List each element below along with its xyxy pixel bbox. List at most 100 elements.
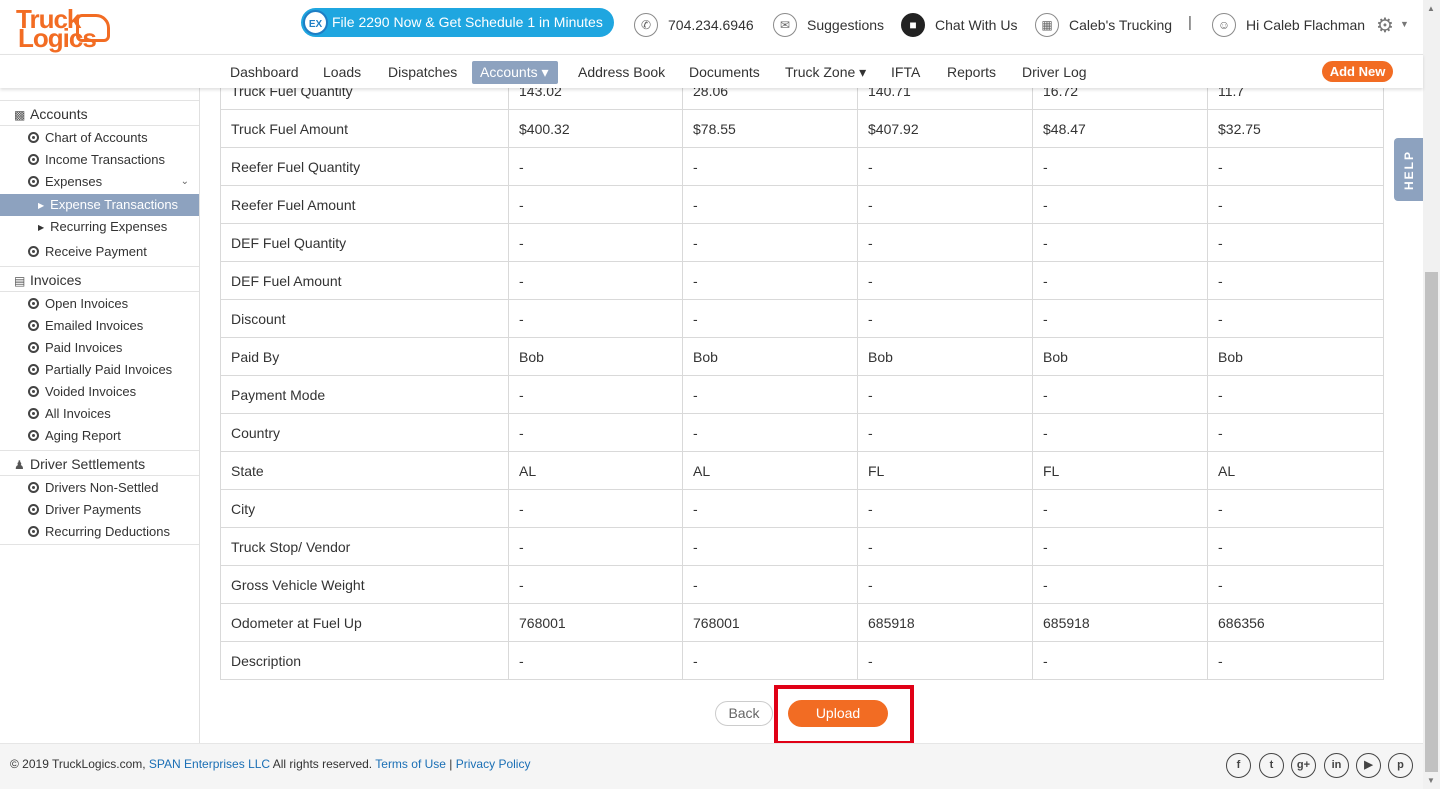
pinterest-icon[interactable]: p [1388, 753, 1413, 778]
nav-accounts[interactable]: Accounts ▾ [472, 61, 558, 84]
circle-bullet-icon [28, 246, 39, 257]
table-cell: - [857, 223, 1033, 262]
facebook-icon[interactable]: f [1226, 753, 1251, 778]
sidebar-divider [0, 544, 199, 545]
nav-loads[interactable]: Loads [315, 61, 369, 84]
header: Truck Logics EX File 2290 Now & Get Sche… [0, 0, 1440, 54]
nav-dispatches[interactable]: Dispatches [380, 61, 465, 84]
sidebar-item-emailed-invoices[interactable]: Emailed Invoices [0, 315, 199, 337]
row-label: Truck Stop/ Vendor [220, 527, 509, 566]
sidebar-item-label: Income Transactions [45, 152, 165, 167]
table-row: DEF Fuel Quantity - - - - - [220, 223, 1384, 262]
user-menu[interactable]: ☺ Hi Caleb Flachman [1212, 12, 1365, 38]
table-row: State AL AL FL FL AL [220, 451, 1384, 490]
caret-right-icon: ▶ [38, 201, 45, 210]
driver-icon: ♟ [14, 458, 25, 472]
circle-bullet-icon [28, 386, 39, 397]
table-cell: - [1207, 185, 1384, 224]
nav-reports[interactable]: Reports [939, 61, 1004, 84]
span-enterprises-link[interactable]: SPAN Enterprises LLC [149, 757, 270, 771]
bar-chart-icon: ▩ [14, 108, 26, 122]
twitter-icon[interactable]: t [1259, 753, 1284, 778]
youtube-icon[interactable]: ▶ [1356, 753, 1381, 778]
google-plus-icon[interactable]: g+ [1291, 753, 1316, 778]
sidebar-item-receive-payment[interactable]: Receive Payment [0, 241, 199, 263]
circle-bullet-icon [28, 342, 39, 353]
sidebar-item-recurring-expenses[interactable]: ▶ Recurring Expenses [0, 216, 199, 238]
sidebar-item-income-transactions[interactable]: Income Transactions [0, 149, 199, 171]
sidebar-item-partially-paid-invoices[interactable]: Partially Paid Invoices [0, 359, 199, 381]
chevron-down-icon[interactable]: ⌄ [181, 171, 189, 193]
caret-right-icon: ▶ [38, 223, 45, 232]
table-cell: AL [508, 451, 683, 490]
row-label: DEF Fuel Quantity [220, 223, 509, 262]
sidebar-section-accounts[interactable]: ▩ Accounts [0, 100, 199, 126]
add-new-button[interactable]: Add New [1322, 61, 1393, 82]
table-cell: 685918 [1032, 603, 1208, 642]
table-cell: Bob [508, 337, 683, 376]
circle-bullet-icon [28, 504, 39, 515]
chevron-down-icon[interactable]: ▼ [1400, 19, 1409, 29]
sidebar-item-paid-invoices[interactable]: Paid Invoices [0, 337, 199, 359]
scroll-down-icon[interactable]: ▼ [1427, 776, 1435, 785]
nav-truck-zone[interactable]: Truck Zone ▾ [777, 61, 874, 84]
sidebar-section-driver-settlements[interactable]: ♟ Driver Settlements [0, 450, 199, 476]
company-switcher[interactable]: ▦ Caleb's Trucking [1035, 12, 1172, 38]
table-cell: Bob [682, 337, 858, 376]
expense-import-table: Truck Fuel Quantity 143.02 28.06 140.71 16.7… [220, 71, 1384, 680]
file-2290-promo-button[interactable]: EX File 2290 Now & Get Schedule 1 in Min… [301, 8, 614, 37]
scrollbar-thumb[interactable] [1425, 272, 1438, 772]
settings-gear-icon[interactable]: ⚙ [1376, 13, 1394, 38]
chat-link[interactable]: ■ Chat With Us [901, 12, 1017, 38]
sidebar-item-drivers-non-settled[interactable]: Drivers Non-Settled [0, 477, 199, 499]
truck-logo-icon [76, 14, 110, 42]
row-label: Country [220, 413, 509, 452]
table-cell: 686356 [1207, 603, 1384, 642]
sidebar-item-open-invoices[interactable]: Open Invoices [0, 293, 199, 315]
nav-documents[interactable]: Documents [681, 61, 768, 84]
page-scrollbar[interactable]: ▲ ▼ [1423, 0, 1440, 789]
scroll-up-icon[interactable]: ▲ [1427, 4, 1435, 13]
phone-link[interactable]: ✆ 704.234.6946 [634, 12, 754, 38]
sidebar-section-invoices[interactable]: ▤ Invoices [0, 266, 199, 292]
table-cell: - [1032, 489, 1208, 528]
circle-bullet-icon [28, 154, 39, 165]
linkedin-icon[interactable]: in [1324, 753, 1349, 778]
circle-bullet-icon [28, 320, 39, 331]
trucklogics-logo[interactable]: Truck Logics [14, 4, 114, 53]
table-cell: $32.75 [1207, 109, 1384, 148]
nav-ifta[interactable]: IFTA [883, 61, 928, 84]
privacy-policy-link[interactable]: Privacy Policy [456, 757, 531, 771]
sidebar-item-voided-invoices[interactable]: Voided Invoices [0, 381, 199, 403]
sidebar-item-driver-payments[interactable]: Driver Payments [0, 499, 199, 521]
sidebar-item-all-invoices[interactable]: All Invoices [0, 403, 199, 425]
row-label: Discount [220, 299, 509, 338]
sidebar-item-label: Driver Payments [45, 502, 142, 517]
nav-driver-log[interactable]: Driver Log [1014, 61, 1095, 84]
table-cell: - [1207, 261, 1384, 300]
table-cell: 768001 [682, 603, 858, 642]
table-cell: - [508, 261, 683, 300]
sidebar-item-recurring-deductions[interactable]: Recurring Deductions [0, 521, 199, 543]
suggestions-link[interactable]: ✉ Suggestions [773, 12, 884, 38]
sidebar-item-aging-report[interactable]: Aging Report [0, 425, 199, 447]
table-cell: - [508, 641, 683, 680]
row-label: Reefer Fuel Quantity [220, 147, 509, 186]
phone-number: 704.234.6946 [668, 17, 754, 33]
sidebar-item-label: All Invoices [45, 406, 111, 421]
sidebar-item-expense-transactions[interactable]: ▶ Expense Transactions [0, 194, 199, 216]
sidebar-item-label: Chart of Accounts [45, 130, 148, 145]
table-cell: - [682, 147, 858, 186]
nav-dashboard[interactable]: Dashboard [222, 61, 307, 84]
sidebar-item-expenses[interactable]: Expenses ⌄ [0, 171, 199, 193]
help-tab[interactable]: HELP [1394, 138, 1423, 201]
sidebar-item-chart-of-accounts[interactable]: Chart of Accounts [0, 127, 199, 149]
nav-address-book[interactable]: Address Book [570, 61, 673, 84]
table-cell: - [857, 261, 1033, 300]
table-cell: FL [1032, 451, 1208, 490]
footer: © 2019 TruckLogics.com, SPAN Enterprises… [0, 743, 1423, 789]
back-button[interactable]: Back [715, 701, 773, 726]
terms-of-use-link[interactable]: Terms of Use [375, 757, 446, 771]
table-cell: Bob [1032, 337, 1208, 376]
table-cell: - [1207, 413, 1384, 452]
